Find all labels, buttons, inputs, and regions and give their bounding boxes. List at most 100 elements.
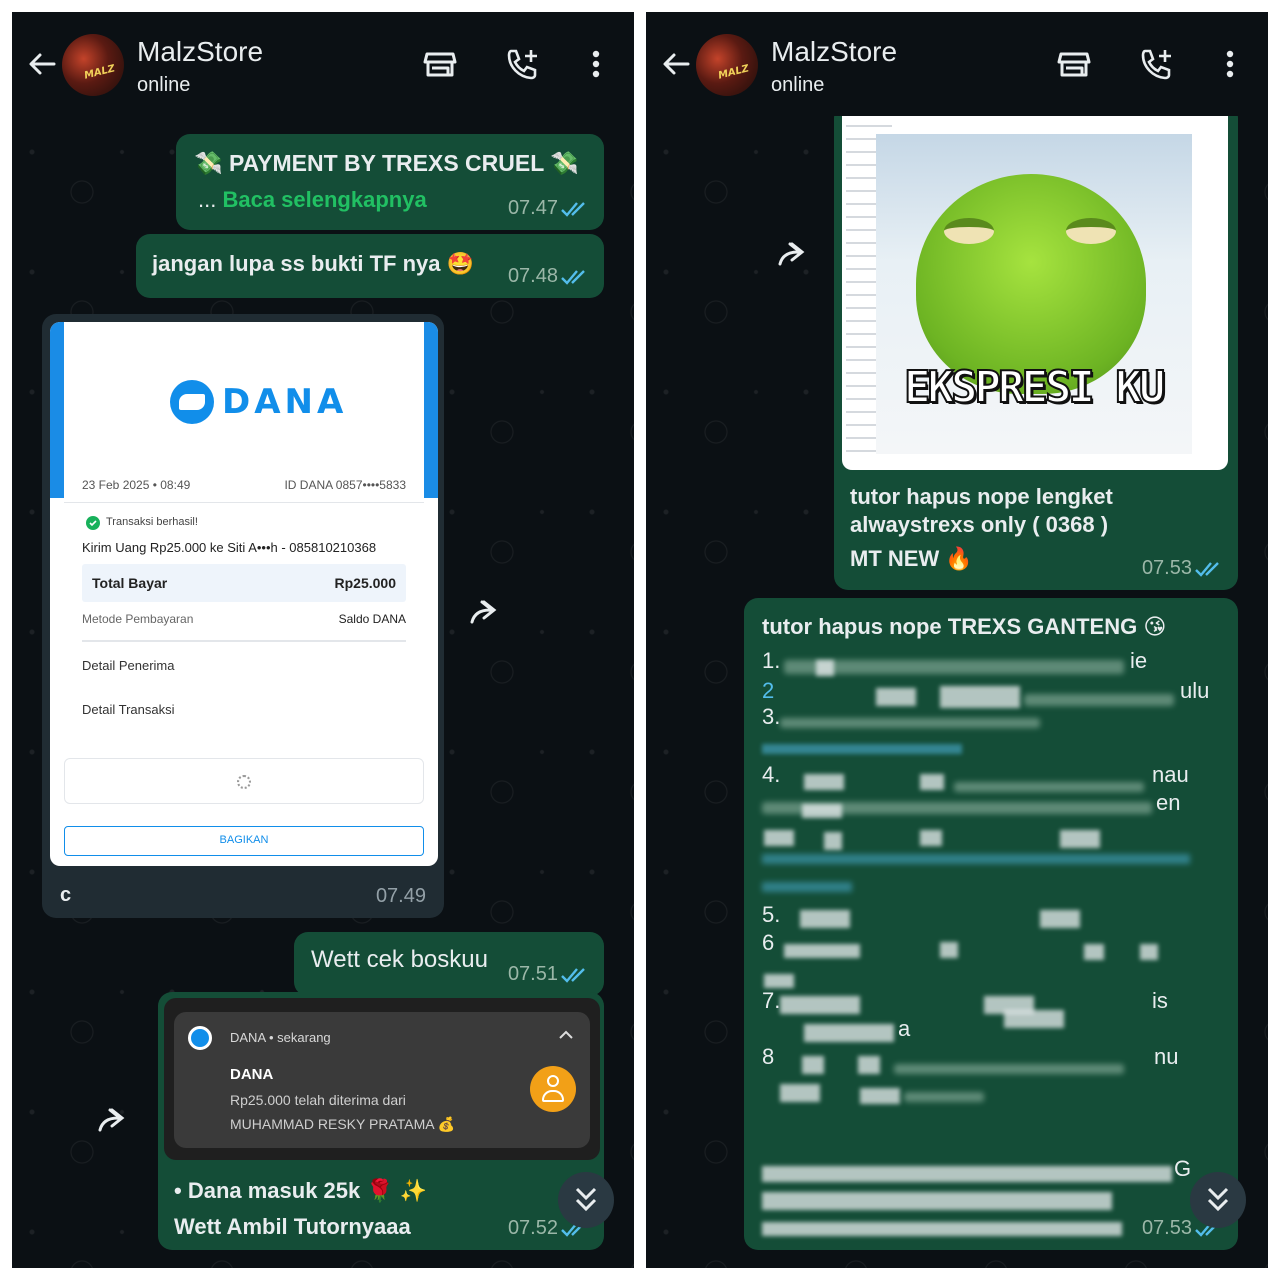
text-fragment: is [1152, 988, 1168, 1013]
recipient-detail[interactable]: Detail Penerima [82, 658, 175, 673]
message-payment[interactable]: 💸 PAYMENT BY TREXS CRUEL 💸 ... Baca sele… [176, 134, 604, 230]
read-ticks-icon [1195, 562, 1219, 577]
receipt-id: ID DANA 0857••••5833 [284, 478, 406, 492]
notification-line-2: MUHAMMAD RESKY PRATAMA 💰 [230, 1116, 456, 1132]
message-time: 07.52 [507, 1217, 558, 1239]
loading-box [64, 758, 424, 804]
message-text: jangan lupa ss bukti TF nya 🤩 [152, 251, 474, 276]
forward-icon [98, 1108, 125, 1132]
transaction-detail[interactable]: Detail Transaksi [82, 702, 174, 717]
chat-panel-left: MalzStore online 💸 PAYMENT BY TREXS CRUE… [12, 12, 634, 1268]
total-label: Total Bayar [92, 575, 168, 591]
text-fragment: ie [1130, 648, 1148, 673]
scroll-down-button[interactable] [558, 1172, 614, 1228]
total-value: Rp25.000 [334, 575, 396, 591]
method-label: Metode Pembayaran [82, 612, 194, 626]
text-fragment: a [898, 1016, 911, 1041]
ellipsis: ... [198, 187, 217, 212]
text-fragment: ulu [1180, 678, 1210, 703]
caption: c [60, 884, 72, 906]
step-number: 1. [762, 648, 781, 673]
message-line-1: tutor hapus nope lengket [850, 484, 1113, 509]
read-more-link[interactable]: Baca selengkapnya [222, 187, 426, 212]
back-arrow-icon[interactable] [24, 46, 60, 82]
user-avatar-icon [530, 1066, 576, 1112]
read-ticks-icon [561, 202, 585, 217]
more-options-icon[interactable] [578, 46, 614, 82]
dana-logo: DANA [170, 380, 343, 426]
dana-receipt-image[interactable]: DANA 23 Feb 2025 • 08:49 ID DANA 0857•••… [50, 322, 438, 866]
dana-logo-icon [170, 380, 214, 424]
payment-title: PAYMENT BY TREXS CRUEL [229, 150, 544, 176]
contact-status: online [771, 74, 825, 96]
avatar[interactable] [696, 34, 758, 96]
chevron-up-icon[interactable] [558, 1030, 574, 1040]
meme-caption: EKSPRESI KU [903, 361, 1166, 414]
store-icon[interactable] [1056, 46, 1092, 82]
forward-button[interactable] [764, 226, 824, 286]
notification-screenshot[interactable]: DANA • sekarang DANA Rp25.000 telah dite… [164, 998, 600, 1160]
method-value: Saldo DANA [338, 612, 406, 626]
transfer-detail: Kirim Uang Rp25.000 ke Siti A•••h - 0858… [82, 540, 377, 555]
message-text: Wett cek boskuu [311, 946, 488, 973]
contact-status: online [137, 74, 191, 96]
message-line-2: Wett Ambil Tutornyaaa [174, 1214, 411, 1239]
step-number: 3. [762, 704, 781, 729]
message-time: 07.53 [1141, 1217, 1192, 1239]
message-line-3: MT NEW 🔥 [850, 546, 973, 571]
text-fragment: en [1156, 790, 1181, 815]
message-check[interactable]: Wett cek boskuu 07.51 [294, 932, 604, 996]
forward-button[interactable] [456, 584, 516, 644]
notification-line-1: Rp25.000 telah diterima dari [230, 1092, 406, 1108]
money-icon: 💸 [194, 150, 223, 176]
forward-button[interactable] [84, 1092, 144, 1152]
money-icon: 💸 [550, 150, 579, 176]
text-fragment: G [1174, 1156, 1192, 1181]
step-number: 5. [762, 902, 781, 927]
read-ticks-icon [561, 968, 585, 983]
forward-icon [778, 242, 805, 266]
step-number: 7. [762, 988, 781, 1013]
avatar[interactable] [62, 34, 124, 96]
contact-name[interactable]: MalzStore [771, 36, 897, 68]
notification-title: DANA [230, 1066, 274, 1083]
chat-panel-right: MalzStore online EKSPRESI KU tutor hapus… [646, 12, 1268, 1268]
message-time: 07.48 [507, 265, 558, 287]
chat-header: MalzStore online [646, 12, 1268, 116]
dana-app-icon [188, 1026, 212, 1050]
double-chevron-down-icon [1207, 1187, 1229, 1212]
contact-name[interactable]: MalzStore [137, 36, 263, 68]
back-arrow-icon[interactable] [658, 46, 694, 82]
message-time: 07.49 [375, 885, 426, 907]
receipt-date: 23 Feb 2025 • 08:49 [82, 478, 191, 492]
add-call-icon[interactable] [504, 46, 540, 82]
add-call-icon[interactable] [1138, 46, 1174, 82]
read-ticks-icon [561, 270, 585, 285]
message-line-2: alwaystrexs only ( 0368 ) [850, 512, 1109, 537]
more-options-icon[interactable] [1212, 46, 1248, 82]
step-number: 8 [762, 1044, 775, 1069]
message-tutorial[interactable]: tutor hapus nope TREXS GANTENG 😘 1. 2 3.… [744, 598, 1238, 1250]
text-fragment: nau [1152, 762, 1189, 787]
loading-spinner-icon [237, 775, 251, 789]
notification-app: DANA • sekarang [230, 1030, 331, 1045]
message-reminder[interactable]: jangan lupa ss bukti TF nya 🤩 07.48 [136, 234, 604, 298]
text-fragment: nu [1154, 1044, 1179, 1069]
chat-header: MalzStore online [12, 12, 634, 116]
forward-icon [470, 600, 497, 624]
frog-face [916, 174, 1146, 394]
step-number: 4. [762, 762, 781, 787]
scroll-down-button[interactable] [1190, 1172, 1246, 1228]
meme-image[interactable]: EKSPRESI KU [842, 104, 1228, 470]
tutorial-title: tutor hapus nope TREXS GANTENG 😘 [762, 614, 1167, 639]
message-meme[interactable]: EKSPRESI KU tutor hapus nope lengket alw… [834, 104, 1238, 590]
message-time: 07.53 [1141, 557, 1192, 579]
message-time: 07.47 [507, 197, 558, 219]
share-button[interactable]: BAGIKAN [64, 826, 424, 856]
message-line-1: • Dana masuk 25k 🌹 ✨ [174, 1178, 428, 1203]
step-number: 6 [762, 930, 775, 955]
success-check-icon [86, 516, 100, 530]
double-chevron-down-icon [575, 1187, 597, 1212]
step-number[interactable]: 2 [762, 678, 774, 704]
store-icon[interactable] [422, 46, 458, 82]
